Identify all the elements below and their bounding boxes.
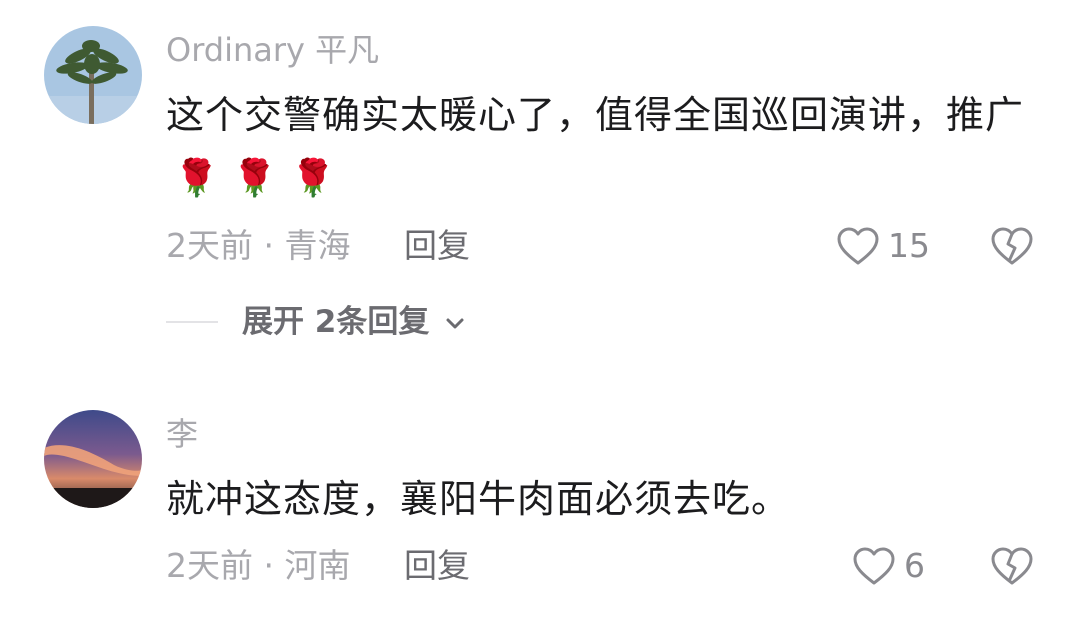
expand-replies-label: 展开 2条回复 <box>242 304 430 340</box>
comment-text: 这个交警确实太暖心了，值得全国巡回演讲，推广 🌹 🌹 🌹 <box>166 84 1026 210</box>
comment-body: 这个交警确实太暖心了，值得全国巡回演讲，推广 <box>166 93 1025 137</box>
reply-button[interactable]: 回复 <box>404 226 470 266</box>
like-count: 15 <box>888 226 930 265</box>
heart-icon[interactable] <box>852 546 896 586</box>
comment-meta: 2天前 · 青海 <box>166 226 351 265</box>
divider <box>166 321 218 323</box>
heart-icon[interactable] <box>836 226 880 266</box>
comment-list: Ordinary 平凡 这个交警确实太暖心了，值得全国巡回演讲，推广 🌹 🌹 🌹… <box>0 0 1080 631</box>
chevron-down-icon <box>446 318 464 328</box>
comment-body: 就冲这态度，襄阳牛肉面必须去吃。 <box>166 477 791 521</box>
like-count: 6 <box>904 546 925 585</box>
comment-meta: 2天前 · 河南 <box>166 546 351 585</box>
avatar[interactable] <box>44 410 142 508</box>
avatar[interactable] <box>44 26 142 124</box>
username[interactable]: Ordinary 平凡 <box>166 30 379 70</box>
broken-heart-icon[interactable] <box>990 226 1034 266</box>
expand-replies-button[interactable]: 展开 2条回复 <box>242 300 466 344</box>
comment-text: 就冲这态度，襄阳牛肉面必须去吃。 <box>166 468 1026 530</box>
broken-heart-icon[interactable] <box>990 546 1034 586</box>
reply-button[interactable]: 回复 <box>404 546 470 586</box>
rose-emoji: 🌹 🌹 🌹 <box>174 158 337 199</box>
username[interactable]: 李 <box>166 414 198 454</box>
